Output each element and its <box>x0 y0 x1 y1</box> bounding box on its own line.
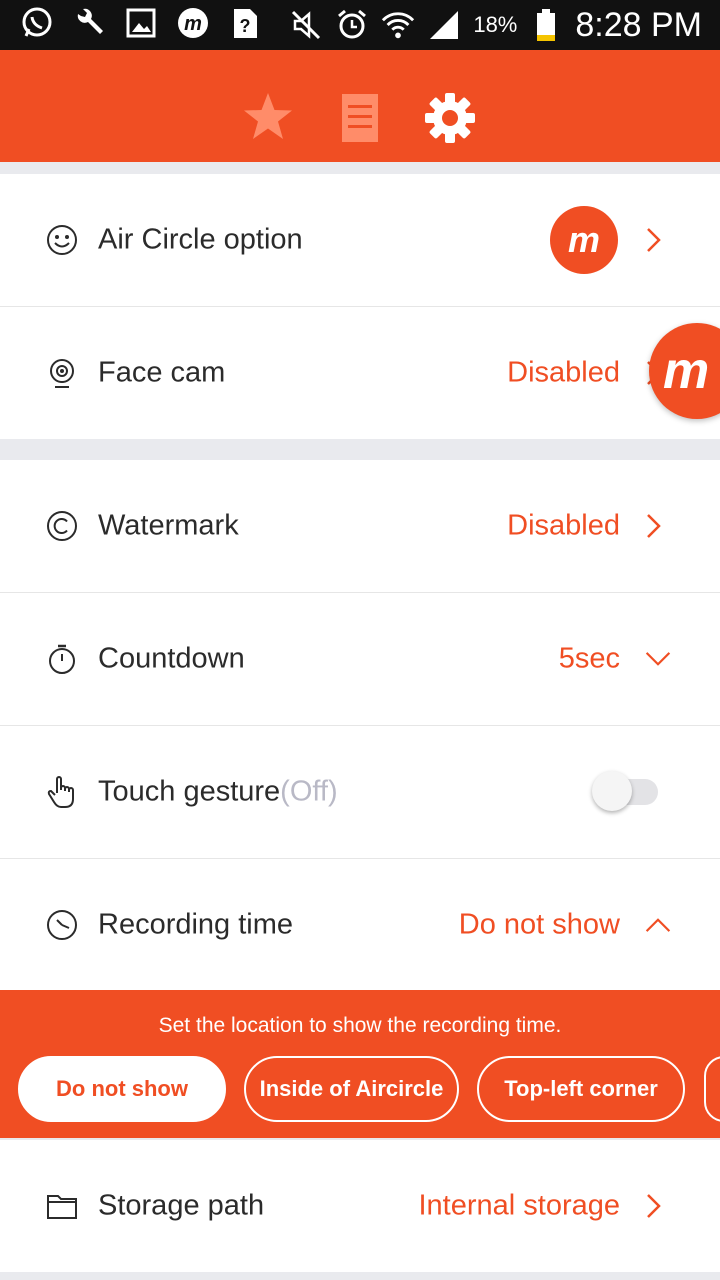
recording-time-value: Do not show <box>458 908 620 941</box>
gear-icon <box>425 93 475 143</box>
setting-storage-path[interactable]: Storage path Internal storage <box>0 1140 720 1272</box>
webcam-icon <box>46 357 78 389</box>
setting-label: Recording time <box>98 908 294 941</box>
face-cam-value: Disabled <box>507 356 620 389</box>
unknown-file-icon: ? <box>228 6 262 40</box>
setting-label: Touch gesture(Off) <box>98 775 338 808</box>
setting-label: Watermark <box>98 509 239 542</box>
battery-icon <box>529 8 563 42</box>
setting-label: Storage path <box>98 1189 265 1222</box>
tab-list[interactable] <box>332 90 388 146</box>
setting-label: Face cam <box>98 356 226 389</box>
status-bar: m ? 18% 8:28 PM <box>0 0 720 50</box>
list-icon <box>342 94 378 142</box>
settings-group-2: Watermark Disabled Countdown 5sec Touch … <box>0 460 720 991</box>
signal-icon <box>427 8 461 42</box>
countdown-value: 5sec <box>558 642 620 675</box>
recording-time-hint: Set the location to show the recording t… <box>158 1014 562 1037</box>
setting-air-circle-option[interactable]: Air Circle option m <box>0 174 720 307</box>
watermark-value: Disabled <box>507 509 620 542</box>
option-top-left-corner[interactable]: Top-left corner <box>477 1056 685 1122</box>
setting-countdown[interactable]: Countdown 5sec <box>0 593 720 726</box>
setting-watermark[interactable]: Watermark Disabled <box>0 460 720 593</box>
tab-favorites[interactable] <box>240 90 296 146</box>
stopwatch-icon <box>46 643 78 675</box>
folder-icon <box>46 1190 78 1222</box>
recording-time-options-panel: Set the location to show the recording t… <box>0 990 720 1138</box>
touch-gesture-toggle[interactable] <box>592 771 658 811</box>
hand-pointer-icon <box>46 776 78 808</box>
air-circle-logo: m <box>550 206 618 274</box>
toggle-knob <box>592 771 632 811</box>
setting-touch-gesture[interactable]: Touch gesture(Off) <box>0 726 720 859</box>
chevron-right-icon <box>640 1192 668 1220</box>
whatsapp-icon <box>20 6 54 40</box>
chevron-up-icon <box>644 911 672 939</box>
wifi-icon <box>381 8 415 42</box>
option-do-not-show[interactable]: Do not show <box>18 1056 226 1122</box>
copyright-icon <box>46 510 78 542</box>
clock-icon <box>46 909 78 941</box>
option-inside-of-aircircle[interactable]: Inside of Aircircle <box>244 1056 459 1122</box>
clock: 8:28 PM <box>575 5 702 44</box>
settings-group-3: Storage path Internal storage <box>0 1140 720 1272</box>
tab-settings[interactable] <box>422 90 478 146</box>
image-icon <box>124 6 158 40</box>
top-tab-bar <box>0 50 720 162</box>
svg-text:?: ? <box>240 16 251 36</box>
battery-percent: 18% <box>473 12 518 37</box>
storage-path-value: Internal storage <box>418 1189 620 1222</box>
svg-text:m: m <box>184 13 202 35</box>
chevron-right-icon <box>640 226 668 254</box>
alarm-icon <box>335 8 369 42</box>
chevron-right-icon <box>640 512 668 540</box>
mute-icon <box>289 8 323 42</box>
setting-label: Countdown <box>98 642 245 675</box>
touch-gesture-status: (Off) <box>280 775 338 808</box>
chevron-down-icon <box>644 645 672 673</box>
option-more[interactable] <box>704 1056 720 1122</box>
settings-group-1: Air Circle option m Face cam Disabled <box>0 174 720 439</box>
setting-face-cam[interactable]: Face cam Disabled <box>0 307 720 439</box>
setting-label: Air Circle option <box>98 223 303 256</box>
mobizen-icon: m <box>176 6 210 40</box>
setting-recording-time[interactable]: Recording time Do not show <box>0 859 720 991</box>
wrench-icon <box>72 6 106 40</box>
smiley-icon <box>46 224 78 256</box>
star-icon <box>244 93 292 139</box>
